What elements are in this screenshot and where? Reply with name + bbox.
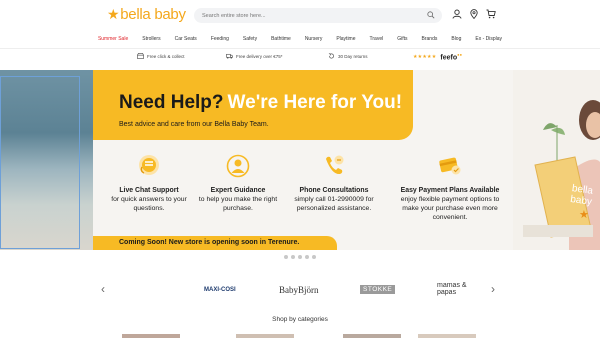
feature-title: Expert Guidance <box>210 187 266 194</box>
logo-star-icon: ★ <box>107 6 120 22</box>
feature-title: Phone Consultations <box>299 187 369 194</box>
feature-title: Easy Payment Plans Available <box>400 187 500 194</box>
brand-carousel: ‹ MAXI-COSI BabyBjörn STOKKE mamas & pap… <box>0 278 600 302</box>
brand-mamas-papas[interactable]: mamas & papas <box>437 282 469 296</box>
laptop-brand: bella baby <box>569 183 594 208</box>
category-image[interactable] <box>122 334 180 338</box>
hero-banner[interactable]: bella baby ★ Need Help? We're Here for Yo… <box>0 70 600 250</box>
nav-travel[interactable]: Travel <box>363 36 391 42</box>
nav-bathtime[interactable]: Bathtime <box>264 36 298 42</box>
coming-soon-banner: Coming Soon! New store is opening soon i… <box>93 236 337 250</box>
rating-stars: ★★★★★ <box>413 53 437 60</box>
cart-icon[interactable] <box>486 9 496 19</box>
laptop-star-icon: ★ <box>579 209 589 221</box>
feefo-logo: feefo●● <box>440 52 462 62</box>
feature-text: to help you make the right purchase. <box>198 196 278 212</box>
nav-brands[interactable]: Brands <box>415 36 445 42</box>
hero-title-dark: Need Help? <box>119 92 224 113</box>
location-icon[interactable] <box>469 9 479 19</box>
carousel-dot[interactable] <box>312 255 316 259</box>
nav-playtime[interactable]: Playtime <box>329 36 362 42</box>
usp-bar: Free click & collect Free delivery over … <box>0 48 600 64</box>
nav-summer-sale[interactable]: Summer Sale <box>91 36 135 42</box>
category-image[interactable] <box>343 334 401 338</box>
nav-safety[interactable]: Safety <box>236 36 264 42</box>
feature-payment-plans: Easy Payment Plans Available enjoy flexi… <box>395 153 505 222</box>
brand-stokke[interactable]: STOKKE <box>360 285 396 294</box>
feature-title: Live Chat Support <box>119 187 179 194</box>
usp-delivery: Free delivery over €75* <box>226 53 283 59</box>
feature-text: simply call 01-2990009 for personalized … <box>294 196 374 212</box>
hero-person-image: bella baby ★ <box>513 70 600 250</box>
search-icon[interactable] <box>427 11 435 19</box>
site-header: ★ bella baby <box>0 0 600 32</box>
feature-expert-guidance: Expert Guidance to help you make the rig… <box>198 153 278 213</box>
usp-returns-text: 30 Day returns <box>338 53 368 59</box>
hero-title: Need Help? We're Here for You! <box>119 92 402 114</box>
feature-phone-consultations: Phone Consultations simply call 01-29900… <box>285 153 383 213</box>
category-image[interactable] <box>236 334 294 338</box>
prev-arrow-icon[interactable]: ‹ <box>101 282 105 296</box>
payment-card-icon <box>439 157 461 175</box>
truck-icon <box>226 53 233 59</box>
nav-car-seats[interactable]: Car Seats <box>168 36 204 42</box>
bella-baby-logo[interactable]: ★ bella baby <box>107 6 186 23</box>
phone-icon <box>326 155 344 175</box>
main-nav: Summer Sale Strollers Car Seats Feeding … <box>0 32 600 46</box>
chat-support-icon <box>139 155 159 175</box>
sea-image <box>0 70 93 250</box>
category-image[interactable] <box>418 334 476 338</box>
carousel-dot[interactable] <box>305 255 309 259</box>
feature-text: for quick answers to your questions. <box>111 196 187 212</box>
feature-text: enjoy flexible payment options to make y… <box>400 196 500 221</box>
carousel-dots <box>284 255 316 259</box>
nav-blog[interactable]: Blog <box>444 36 468 42</box>
usp-click-collect-text: Free click & collect <box>147 53 185 59</box>
nav-nursery[interactable]: Nursery <box>298 36 330 42</box>
usp-returns: 30 Day returns <box>328 53 368 59</box>
feature-live-chat: Live Chat Support for quick answers to y… <box>108 153 190 213</box>
brand-babybjorn[interactable]: BabyBjörn <box>279 285 319 295</box>
logo-text: bella baby <box>120 6 186 23</box>
expert-guidance-icon <box>226 154 250 178</box>
next-arrow-icon[interactable]: › <box>491 282 495 296</box>
brand-maxi-cosi[interactable]: MAXI-COSI <box>204 287 236 293</box>
search-bar[interactable] <box>194 8 442 23</box>
carousel-dot[interactable] <box>298 255 302 259</box>
account-icon[interactable] <box>452 9 462 19</box>
usp-delivery-text: Free delivery over €75* <box>236 53 283 59</box>
carousel-dot[interactable] <box>291 255 295 259</box>
hero-subtitle: Best advice and care from our Bella Baby… <box>119 121 269 128</box>
store-icon <box>137 53 144 59</box>
hero-title-white: We're Here for You! <box>227 92 403 113</box>
nav-ex-display[interactable]: Ex - Display <box>468 36 509 42</box>
returns-icon <box>328 53 334 59</box>
carousel-dot[interactable] <box>284 255 288 259</box>
usp-click-collect: Free click & collect <box>137 53 185 59</box>
shop-by-categories-heading: Shop by categories <box>272 316 328 323</box>
nav-gifts[interactable]: Gifts <box>390 36 414 42</box>
nav-feeding[interactable]: Feeding <box>204 36 236 42</box>
feefo-rating[interactable]: ★★★★★ feefo●● <box>413 52 462 61</box>
search-input[interactable] <box>202 12 427 19</box>
nav-strollers[interactable]: Strollers <box>135 36 167 42</box>
